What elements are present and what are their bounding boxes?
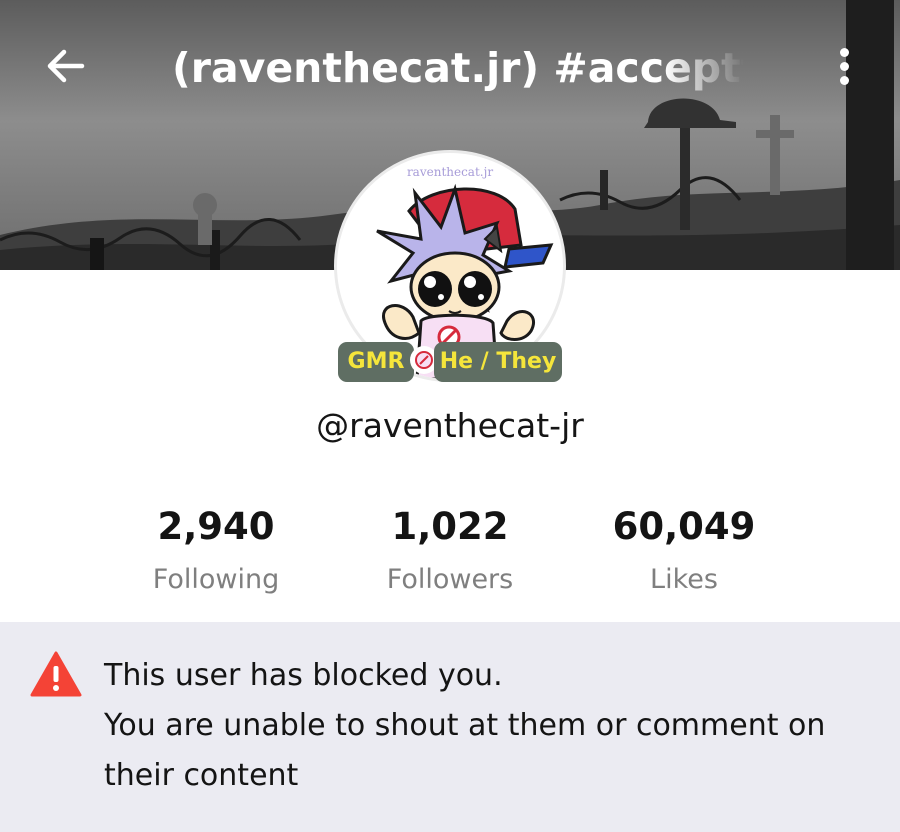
warning-triangle-icon xyxy=(30,651,82,697)
arrow-left-icon xyxy=(47,49,85,83)
blocked-message-title: This user has blocked you. xyxy=(104,658,503,693)
back-button[interactable] xyxy=(38,38,94,94)
role-tag: GMR xyxy=(338,342,414,382)
following-label: Following xyxy=(152,564,280,595)
badge-icon xyxy=(415,351,433,369)
pronouns-tag: He / They xyxy=(434,342,562,382)
followers-stat[interactable]: 1,022 Followers xyxy=(330,500,570,606)
page-title: (raventhecat.jr) #acceptthe xyxy=(172,44,744,92)
blocked-message-detail: You are unable to shout at them or comme… xyxy=(104,708,826,793)
blocked-message: This user has blocked you. You are unabl… xyxy=(104,651,874,801)
likes-stat: 60,049 Likes xyxy=(564,500,804,606)
page-title-container: (raventhecat.jr) #acceptthe xyxy=(172,40,744,96)
following-count: 2,940 xyxy=(157,505,275,548)
more-options-button[interactable] xyxy=(824,38,864,94)
following-stat[interactable]: 2,940 Following xyxy=(96,500,336,606)
followers-count: 1,022 xyxy=(391,505,509,548)
likes-count: 60,049 xyxy=(612,505,756,548)
more-vertical-icon xyxy=(839,47,849,57)
username: @raventhecat-jr xyxy=(316,406,584,445)
followers-label: Followers xyxy=(386,564,514,595)
top-bar: (raventhecat.jr) #acceptthe xyxy=(0,0,900,130)
likes-label: Likes xyxy=(650,564,718,595)
